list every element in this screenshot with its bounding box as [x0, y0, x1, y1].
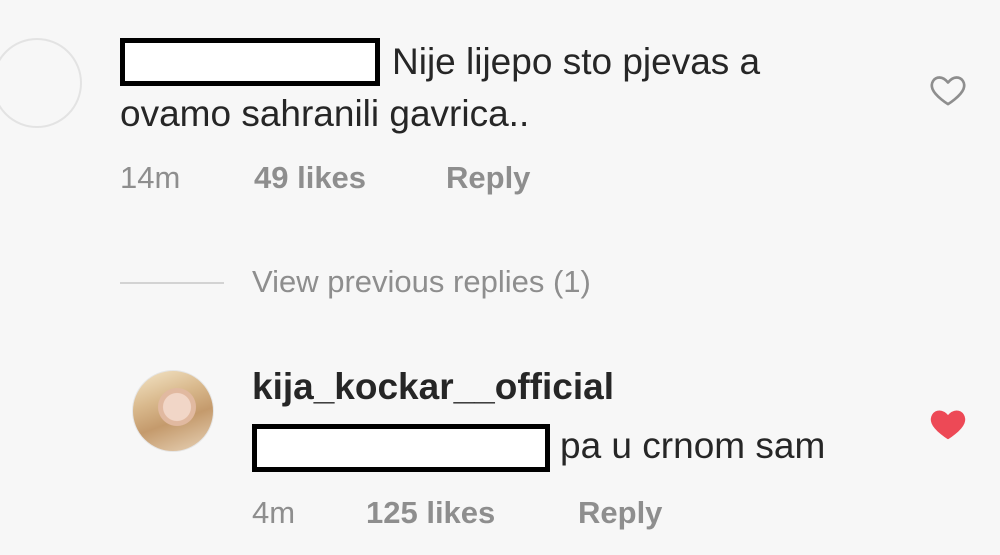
- comment-username[interactable]: kija_kockar__official: [252, 366, 614, 408]
- replies-divider: [120, 282, 224, 284]
- comment-likes[interactable]: 49 likes: [254, 160, 366, 196]
- reply-button[interactable]: Reply: [578, 495, 662, 531]
- reply-text: pa u crnom sam: [560, 425, 826, 466]
- redacted-mention: [252, 424, 550, 472]
- redacted-username: [120, 38, 380, 86]
- comment-text-line1: Nije lijepo sto pjevas a: [392, 41, 761, 82]
- reply-time: 4m: [252, 495, 296, 530]
- view-previous-replies-button[interactable]: View previous replies (1): [252, 264, 591, 300]
- user-avatar[interactable]: [132, 370, 214, 452]
- comment-text-line2: ovamo sahranili gavrica..: [120, 93, 530, 134]
- reply-likes[interactable]: 125 likes: [366, 495, 495, 531]
- comments-panel: Nije lijepo sto pjevas a ovamo sahranili…: [0, 0, 1000, 555]
- reply-button[interactable]: Reply: [446, 160, 530, 196]
- commenter-avatar[interactable]: [0, 38, 82, 128]
- heart-outline-icon[interactable]: [928, 70, 968, 110]
- heart-filled-icon[interactable]: [928, 404, 968, 444]
- comment-time: 14m: [120, 160, 181, 195]
